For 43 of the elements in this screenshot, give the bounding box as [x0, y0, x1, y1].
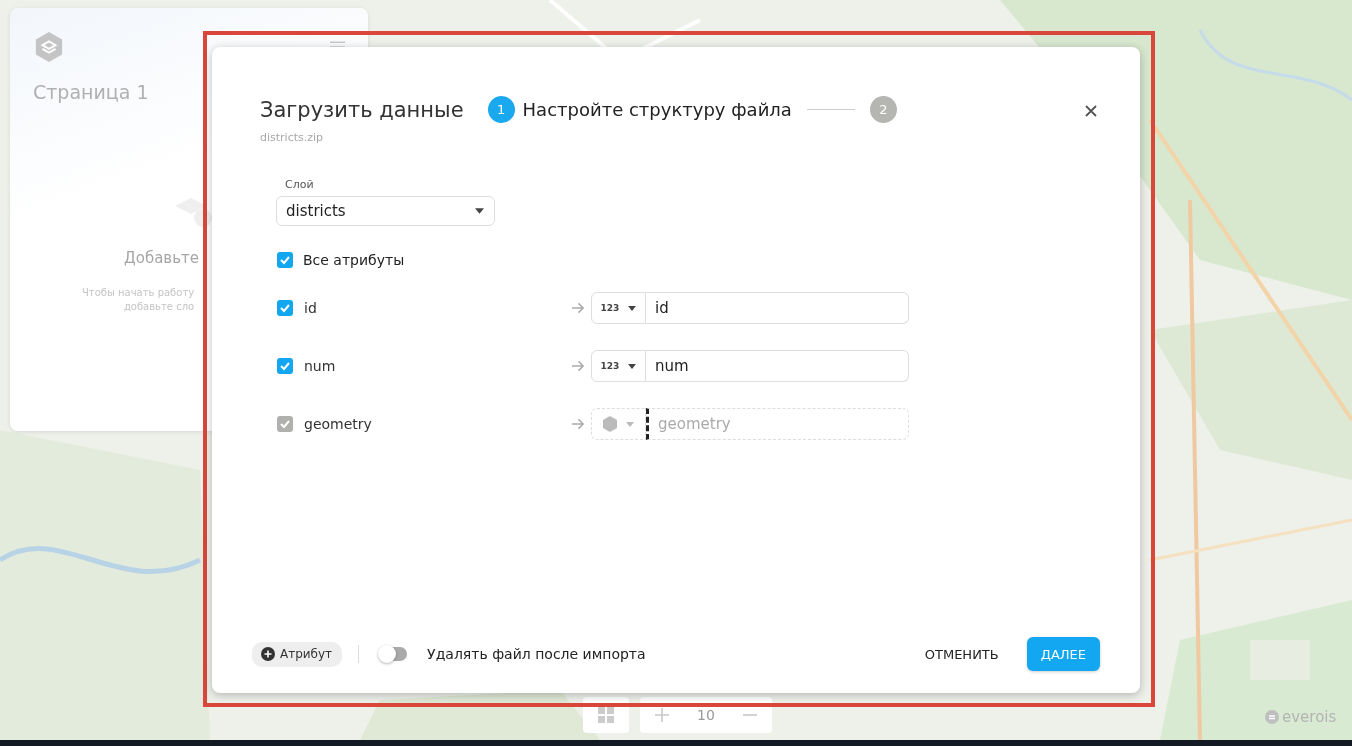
field-label: Слой [285, 178, 315, 191]
arrow-icon [572, 302, 585, 314]
toggle-label: Удалять файл после импорта [427, 646, 646, 662]
empty-state-hint: добавьте сло [123, 300, 195, 314]
checkbox[interactable] [277, 358, 293, 374]
arrow-icon [572, 418, 585, 430]
step-number: 1 [487, 96, 515, 123]
checkbox[interactable] [277, 252, 293, 268]
caret-icon [475, 208, 484, 214]
attribute-name: num [304, 358, 336, 374]
caret-icon [628, 363, 637, 369]
empty-state-title: Добавьте [124, 249, 199, 267]
dialog-title: Загрузить данные [260, 97, 464, 123]
attribute-name: id [304, 300, 317, 316]
type-select[interactable]: 123 [591, 292, 646, 324]
attribute-name-field: geometry [646, 408, 909, 440]
caret-icon [628, 305, 637, 311]
empty-state-hint: Чтобы начать работу [82, 286, 195, 300]
zoom-level: 10 [697, 707, 715, 723]
hexagon-icon [603, 416, 617, 432]
file-name: districts.zip [260, 131, 325, 144]
attribute-name-field[interactable]: num [646, 350, 909, 382]
arrow-icon [572, 360, 585, 372]
checkbox[interactable] [277, 300, 293, 316]
cancel-button[interactable]: ОТМЕНИТЬ [924, 646, 999, 662]
step-label: Настройте структуру файла [522, 99, 792, 120]
close-icon [1085, 105, 1097, 117]
close-button[interactable] [1085, 105, 1097, 117]
page-title: Страница 1 [33, 81, 149, 103]
attribute-name: geometry [304, 416, 372, 432]
logo-icon [1265, 710, 1279, 724]
grid-icon [598, 707, 614, 723]
plus-icon [655, 708, 669, 722]
plus-circle-icon [261, 647, 275, 661]
add-attribute-button[interactable]: Атрибут [252, 641, 343, 667]
toggle-switch[interactable] [379, 647, 408, 661]
step-number: 2 [869, 96, 897, 123]
layer-select[interactable]: districts [276, 196, 495, 226]
layers-logo-icon [34, 31, 64, 63]
caret-icon [626, 421, 634, 427]
type-select[interactable]: 123 [591, 350, 646, 382]
checkbox-label: Все атрибуты [303, 252, 405, 268]
attribute-name-field[interactable]: id [646, 292, 909, 324]
